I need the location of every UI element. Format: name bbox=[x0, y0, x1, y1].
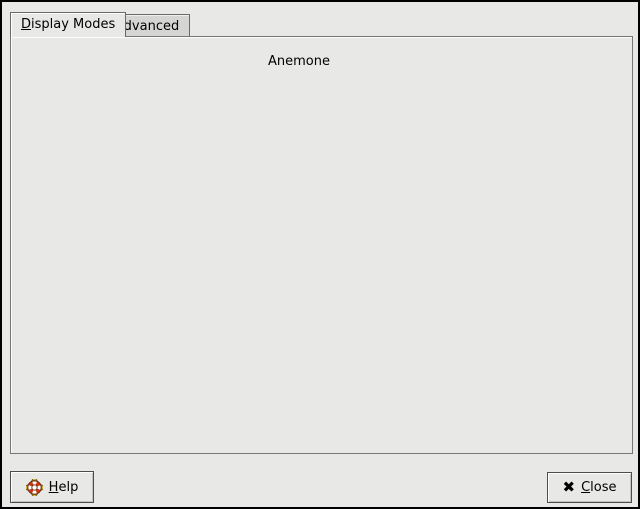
help-lifering-icon bbox=[26, 479, 43, 496]
preview-frame-title: Anemone bbox=[264, 54, 334, 69]
display-modes-page bbox=[10, 36, 633, 454]
screensaver-preferences-dialog: Display Modes Advanced Mode: Only One Sc… bbox=[0, 0, 640, 509]
close-button[interactable]: ✖ Close bbox=[547, 472, 632, 503]
help-button[interactable]: Help bbox=[10, 471, 94, 503]
close-x-icon: ✖ bbox=[563, 480, 576, 495]
tab-display-modes[interactable]: Display Modes bbox=[10, 12, 126, 37]
close-button-label: Close bbox=[581, 480, 616, 495]
help-button-label: Help bbox=[49, 480, 79, 495]
